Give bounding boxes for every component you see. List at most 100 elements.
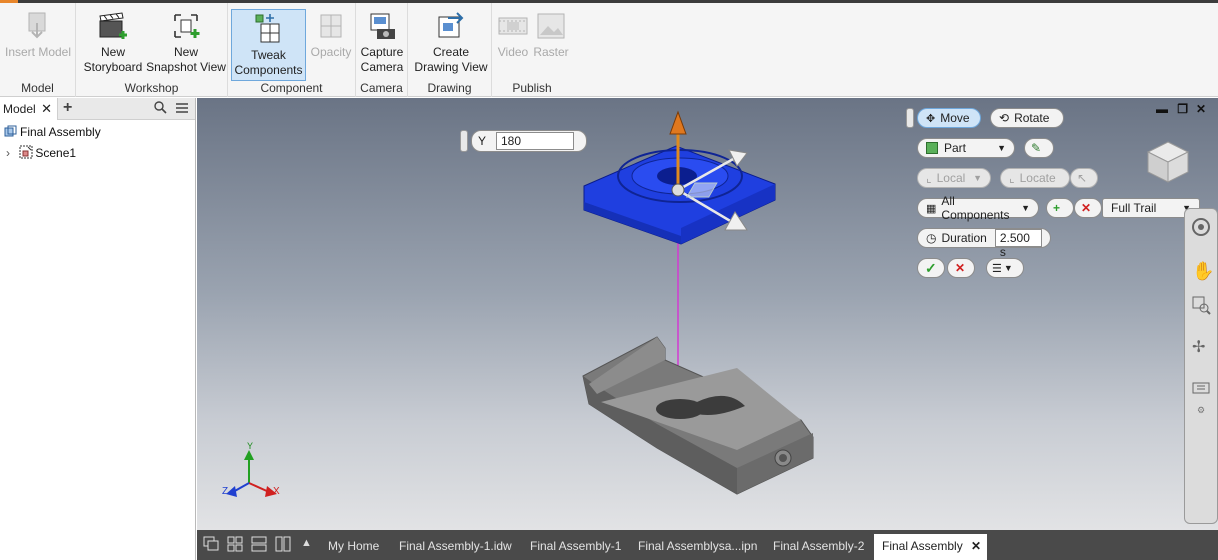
tile-grid-icon[interactable] bbox=[227, 536, 243, 552]
group-label-publish: Publish bbox=[512, 81, 552, 95]
tile-horizontal-icon[interactable] bbox=[251, 536, 267, 552]
cancel-button[interactable]: ✕ bbox=[947, 258, 975, 278]
new-snapshot-label-1: New bbox=[173, 45, 198, 59]
rotate-icon: ⟲ bbox=[999, 111, 1010, 125]
doc-tab-final-assembly[interactable]: Final Assembly ✕ bbox=[874, 534, 987, 560]
tweak-label-1: Tweak bbox=[251, 48, 286, 62]
look-at-icon[interactable] bbox=[1191, 377, 1211, 400]
close-tab-icon[interactable]: ✕ bbox=[971, 539, 981, 553]
orbit-icon[interactable]: ✢ bbox=[1192, 337, 1205, 357]
view-axis-triad bbox=[226, 450, 277, 497]
local-dropdown[interactable]: ⌞ Local ▼ bbox=[917, 168, 991, 188]
trail-value: Full Trail bbox=[1111, 201, 1157, 215]
clock-icon: ◷ bbox=[926, 231, 937, 245]
tree-node-label: Scene1 bbox=[35, 146, 77, 160]
create-drawing-label-2: Drawing View bbox=[414, 60, 488, 74]
edit-selection-button[interactable]: ✎ bbox=[1024, 138, 1054, 158]
capture-camera-button[interactable]: Capture Camera bbox=[358, 7, 406, 79]
pan-hand-icon[interactable]: ✋ bbox=[1192, 261, 1214, 282]
search-icon[interactable] bbox=[154, 101, 167, 117]
doc-tab-assembly-2[interactable]: Final Assembly-2 bbox=[765, 534, 872, 560]
components-filter-dropdown[interactable]: ▦ All Components ▼ bbox=[917, 194, 1039, 222]
remove-trail-icon: ✕ bbox=[1081, 201, 1092, 215]
new-storyboard-label-2: Storyboard bbox=[83, 60, 143, 74]
tile-vertical-icon[interactable] bbox=[275, 536, 291, 552]
tree-node-label: Final Assembly bbox=[20, 125, 101, 139]
ribbon-group-drawing: Create Drawing View Drawing bbox=[408, 3, 492, 97]
ribbon-group-publish: Video Raster Publish bbox=[492, 3, 572, 97]
locate-options-button[interactable]: ↖ bbox=[1070, 168, 1098, 188]
new-storyboard-button[interactable]: New Storyboard bbox=[80, 7, 146, 79]
tree-node-final-assembly[interactable]: Final Assembly bbox=[4, 125, 101, 141]
steering-wheel-icon[interactable] bbox=[1191, 217, 1211, 240]
components-icon: ▦ bbox=[926, 202, 937, 215]
chevron-right-icon[interactable]: › bbox=[6, 146, 16, 160]
chevron-down-icon: ▼ bbox=[1021, 203, 1030, 213]
capture-camera-icon bbox=[365, 9, 399, 43]
hamburger-menu-icon[interactable] bbox=[175, 102, 189, 117]
video-film-icon bbox=[496, 9, 530, 43]
doc-tab-label: Final Assembly bbox=[882, 539, 963, 553]
video-label: Video bbox=[497, 45, 529, 59]
locate-button[interactable]: ⌞ Locate bbox=[1000, 168, 1070, 188]
tab-model[interactable]: Model ✕ bbox=[0, 98, 58, 120]
group-label-camera: Camera bbox=[360, 81, 403, 95]
add-trail-icon: + bbox=[1053, 201, 1061, 215]
chevron-down-icon: ▼ bbox=[997, 143, 1006, 153]
tree-node-scene1[interactable]: › Scene1 bbox=[6, 145, 76, 162]
insert-model-icon bbox=[21, 9, 55, 43]
minimize-icon[interactable]: ▬ bbox=[1156, 102, 1168, 116]
scene-icon bbox=[19, 145, 33, 162]
tweak-components-button[interactable]: Tweak Components bbox=[231, 9, 306, 81]
components-filter-value: All Components bbox=[941, 194, 1010, 222]
capture-label-1: Capture bbox=[360, 45, 404, 59]
panel-drag-handle[interactable] bbox=[906, 108, 914, 128]
cursor-icon: ↖ bbox=[1077, 171, 1088, 185]
group-label-component: Component bbox=[260, 81, 323, 95]
options-dropdown[interactable]: ☰ ▼ bbox=[986, 258, 1024, 278]
doc-tab-assembly-1[interactable]: Final Assembly-1 bbox=[522, 534, 629, 560]
create-drawing-view-button[interactable]: Create Drawing View bbox=[412, 7, 490, 79]
locate-label: Locate bbox=[1019, 171, 1056, 185]
raster-button[interactable]: Raster bbox=[532, 7, 570, 79]
viewcube[interactable] bbox=[1144, 138, 1192, 189]
doc-tab-idw[interactable]: Final Assembly-1.idw bbox=[391, 534, 520, 560]
graphics-viewport[interactable]: Y 180 Y X Z ✥ Move ⟲ Rotate Part ▼ ✎ ⌞ L… bbox=[197, 98, 1218, 530]
close-icon[interactable]: ✕ bbox=[41, 101, 52, 117]
move-button[interactable]: ✥ Move bbox=[917, 108, 981, 128]
close-window-icon[interactable]: ✕ bbox=[1196, 102, 1206, 116]
rotate-button[interactable]: ⟲ Rotate bbox=[990, 108, 1064, 128]
video-button[interactable]: Video bbox=[494, 7, 532, 79]
new-snapshot-view-button[interactable]: New Snapshot View bbox=[146, 7, 226, 79]
ok-button[interactable]: ✓ bbox=[917, 258, 945, 278]
opacity-button[interactable]: Opacity bbox=[308, 7, 354, 79]
cascade-windows-icon[interactable] bbox=[203, 536, 219, 552]
raster-label: Raster bbox=[533, 45, 569, 59]
chevron-down-icon: ▼ bbox=[1003, 263, 1013, 273]
base-part[interactable] bbox=[582, 336, 814, 495]
capture-label-2: Camera bbox=[360, 60, 404, 74]
insert-model-button[interactable]: Insert Model bbox=[2, 7, 74, 79]
tab-list-up-icon[interactable]: ▲ bbox=[301, 537, 312, 549]
remove-trail-button[interactable]: ✕ bbox=[1074, 198, 1102, 218]
restore-icon[interactable]: ❐ bbox=[1177, 102, 1188, 116]
local-coordinate-icon: ⌞ bbox=[926, 171, 932, 185]
duration-input[interactable]: 2.500 s bbox=[994, 229, 1042, 259]
move-icon: ✥ bbox=[926, 112, 936, 125]
zoom-window-icon[interactable] bbox=[1191, 295, 1211, 318]
tweak-label-2: Components bbox=[234, 63, 303, 77]
doc-tab-presentation[interactable]: Final Assemblysa...ipn bbox=[630, 534, 765, 560]
ribbon-group-camera: Capture Camera Camera bbox=[356, 3, 408, 97]
snapshot-view-icon bbox=[169, 9, 203, 43]
browser-header: Model ✕ + bbox=[0, 98, 195, 120]
navbar-customize-icon[interactable]: ⚙ bbox=[1197, 405, 1205, 416]
doc-tab-my-home[interactable]: My Home bbox=[320, 534, 387, 560]
chevron-down-icon: ▼ bbox=[973, 173, 982, 183]
group-label-workshop: Workshop bbox=[124, 81, 179, 95]
tab-model-label: Model bbox=[3, 102, 36, 116]
add-trail-button[interactable]: + bbox=[1046, 198, 1074, 218]
new-snapshot-label-2: Snapshot View bbox=[146, 60, 226, 74]
add-tab-icon[interactable]: + bbox=[63, 99, 72, 117]
selection-filter-dropdown[interactable]: Part ▼ bbox=[917, 138, 1015, 158]
duration-control: ◷ Duration 2.500 s bbox=[917, 228, 1051, 259]
